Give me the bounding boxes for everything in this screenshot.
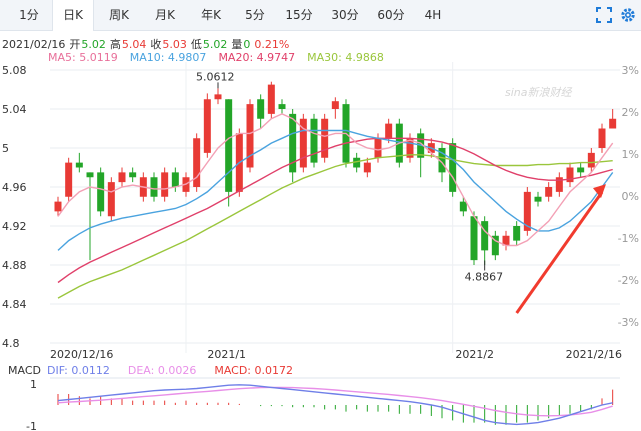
candle-body xyxy=(75,162,83,168)
candle-body xyxy=(459,201,467,212)
x-tick-label: 2021/2/16 xyxy=(566,348,622,361)
candle-body xyxy=(385,123,393,139)
y-tick-label: 4.84 xyxy=(2,298,27,311)
candle-body xyxy=(321,118,329,158)
candle-body xyxy=(577,167,585,173)
candle-body xyxy=(203,99,211,153)
y-right-tick-label: 1% xyxy=(622,148,639,161)
candle-body xyxy=(449,143,457,192)
candle-body xyxy=(107,182,115,217)
candle-body xyxy=(598,128,606,148)
low-annotation: 4.8867 xyxy=(465,270,504,283)
candle-body xyxy=(86,172,94,178)
y-tick-label: 4.88 xyxy=(2,259,27,272)
candle-body xyxy=(225,99,233,192)
candle-body xyxy=(513,226,521,241)
y-tick-label: 4.8 xyxy=(2,337,20,350)
candle-body xyxy=(363,162,371,173)
candle-body xyxy=(310,118,318,163)
high-annotation: 5.0612 xyxy=(196,70,235,83)
x-tick-label: 2021/1 xyxy=(207,348,246,361)
candle-body xyxy=(97,172,105,212)
candle-body xyxy=(129,172,137,178)
y-tick-label: 5.08 xyxy=(2,64,27,77)
y-tick-label: 4.96 xyxy=(2,181,27,194)
candle-body xyxy=(214,94,222,100)
dif-line xyxy=(57,384,613,426)
candle-body xyxy=(267,84,275,114)
candle-body xyxy=(54,201,62,212)
candle-body xyxy=(257,99,265,119)
x-tick-label: 2021/2 xyxy=(455,348,494,361)
y-right-tick-label: -2% xyxy=(618,274,639,287)
candle-body xyxy=(171,172,179,187)
candle-body xyxy=(374,138,382,158)
y-tick-label: 5.04 xyxy=(2,103,27,116)
y-tick-label: 4.92 xyxy=(2,220,27,233)
candlestick-chart: 5.08 5.04 5 4.96 4.92 4.88 4.84 4.8 3% 2% 1% 0% -1% -… xyxy=(2,62,639,431)
candle-body xyxy=(545,187,553,197)
candle-body xyxy=(534,196,542,202)
candle-body xyxy=(278,104,286,109)
candle-body xyxy=(65,162,73,197)
candle-body xyxy=(481,221,489,251)
y-right-tick-label: 3% xyxy=(622,64,639,77)
y-right-tick-label: -1% xyxy=(618,232,639,245)
candle-body xyxy=(150,177,158,197)
candle-body xyxy=(609,118,617,129)
x-tick-label: 2020/12/16 xyxy=(50,348,113,361)
candle-body xyxy=(161,172,169,197)
candle-body xyxy=(118,172,126,183)
candle-body xyxy=(587,152,595,168)
candle-body xyxy=(470,216,478,261)
y-right-tick-label: 0% xyxy=(622,190,639,203)
macd-tick-label: -1 xyxy=(26,420,37,431)
y-tick-label: 5 xyxy=(2,142,9,155)
macd-tick-label: 1 xyxy=(30,378,37,391)
candle-body xyxy=(331,101,339,109)
y-right-tick-label: -3% xyxy=(618,316,639,329)
y-right-tick-label: 2% xyxy=(622,106,639,119)
